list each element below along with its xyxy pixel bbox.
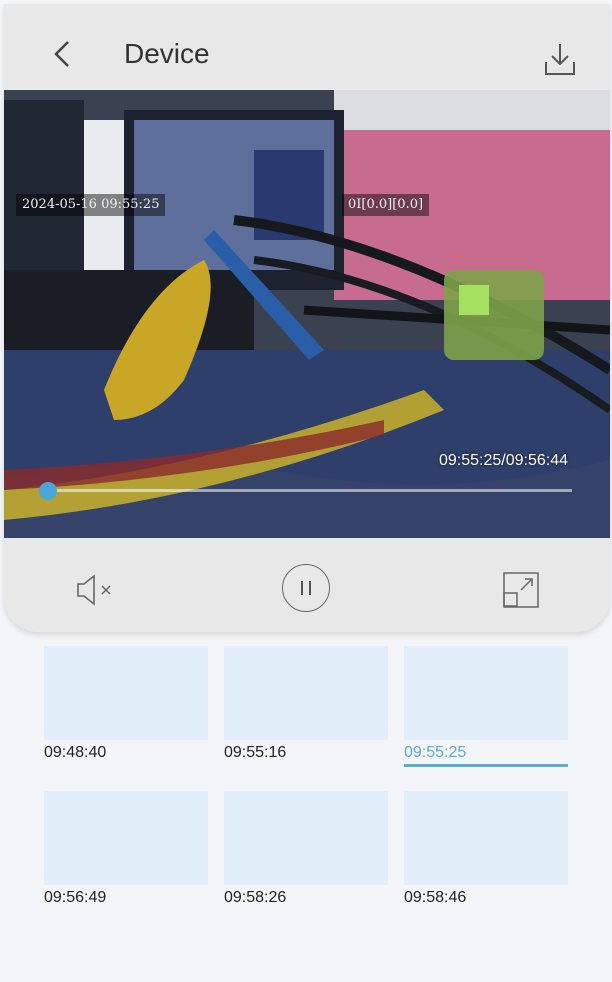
recording-time: 09:48:40	[44, 744, 107, 761]
recording-time: 09:55:16	[224, 744, 287, 761]
player-card: Device 2024-05-16 09:55:25 0I[0.0][0.0] …	[4, 4, 610, 632]
header-bar: Device	[4, 4, 610, 90]
page-title: Device	[124, 38, 210, 69]
recording-item[interactable]: 09:48:40	[44, 646, 208, 762]
recording-time: 09:58:26	[224, 889, 287, 906]
pause-button[interactable]	[282, 564, 330, 612]
recording-thumbnail	[404, 646, 568, 740]
chevron-left-icon	[54, 41, 69, 67]
recording-item[interactable]: 09:55:16	[224, 646, 388, 762]
download-button[interactable]	[542, 40, 578, 78]
camera-feed-image	[4, 90, 610, 538]
video-player[interactable]: 2024-05-16 09:55:25 0I[0.0][0.0]	[4, 90, 610, 538]
recording-thumbnail	[44, 646, 208, 740]
back-button[interactable]	[50, 34, 78, 74]
fullscreen-icon	[503, 572, 539, 608]
osd-datetime: 2024-05-16 09:55:25	[16, 194, 166, 216]
pause-icon	[301, 581, 311, 595]
recording-time: 09:56:49	[44, 889, 107, 906]
progress-thumb[interactable]	[39, 482, 57, 500]
playback-time: 09:55:25/09:56:44	[438, 452, 568, 469]
recording-item-selected[interactable]: 09:55:25	[404, 646, 568, 767]
recording-thumbnail	[404, 791, 568, 885]
fullscreen-button[interactable]	[501, 570, 541, 610]
recording-item[interactable]: 09:56:49	[44, 791, 208, 907]
recording-thumbnail	[44, 791, 208, 885]
speaker-mute-icon	[77, 574, 111, 606]
recording-time: 09:58:46	[404, 889, 467, 906]
recording-thumbnail	[224, 791, 388, 885]
recording-time: 09:55:25	[404, 744, 467, 761]
download-icon	[545, 44, 575, 75]
recording-item[interactable]: 09:58:26	[224, 791, 388, 907]
mute-button[interactable]	[74, 572, 118, 608]
playback-controls	[4, 540, 610, 632]
recording-item[interactable]: 09:58:46	[404, 791, 568, 907]
selected-indicator	[404, 764, 568, 767]
recording-thumbnail	[224, 646, 388, 740]
progress-track[interactable]	[48, 489, 572, 492]
osd-channel-label: 0I[0.0][0.0]	[342, 194, 430, 216]
